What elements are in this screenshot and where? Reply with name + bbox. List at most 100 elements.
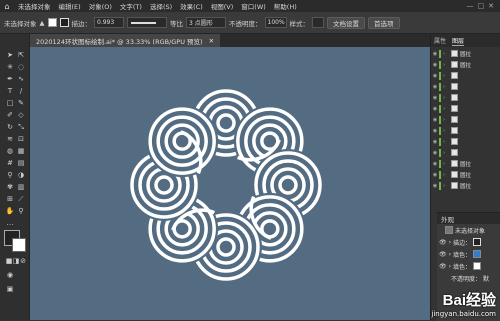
menu-item-view[interactable]: 视图(V) (207, 1, 238, 11)
minimize-icon[interactable]: — (467, 2, 474, 10)
tab-properties[interactable]: 属性 (434, 36, 446, 45)
document-setup-button[interactable]: 文档设置 (327, 16, 365, 29)
edit-toolbar-icon[interactable]: … (5, 218, 15, 228)
stroke-swatch[interactable] (59, 18, 69, 27)
shape-builder-icon[interactable]: ◍ (5, 146, 15, 156)
menu-item-select[interactable]: 选择(S) (146, 1, 176, 11)
expand-arrow-icon[interactable]: › (449, 239, 451, 246)
menu-item-window[interactable]: 窗口(W) (237, 1, 270, 11)
artboard-canvas[interactable] (30, 47, 430, 320)
menu-item-edit[interactable]: 编辑(E) (55, 1, 85, 11)
layer-row[interactable]: ◉ › 圆拉 (431, 60, 500, 69)
tab-layers[interactable]: 图层 (452, 36, 465, 46)
expand-arrow-icon[interactable]: › (449, 263, 451, 270)
visibility-eye-icon[interactable]: ◉ (431, 172, 439, 178)
menu-item-type[interactable]: 文字(T) (116, 1, 146, 11)
visibility-eye-icon[interactable]: ◉ (431, 84, 439, 90)
layer-row[interactable]: ◉ › (431, 93, 500, 102)
layer-row[interactable]: ◉ › (431, 148, 500, 157)
visibility-eye-icon[interactable]: ◉ (431, 51, 439, 57)
rectangle-tool-icon[interactable]: □ (5, 98, 15, 108)
layer-row[interactable]: ◉ › 圆拉 (431, 49, 500, 58)
pen-tool-icon[interactable]: ✒ (5, 74, 15, 84)
visibility-eye-icon[interactable]: ◉ (431, 73, 439, 79)
appearance-stroke-swatch[interactable] (473, 238, 482, 246)
visibility-eye-icon[interactable]: ◉ (431, 117, 439, 123)
visibility-eye-icon[interactable]: ◉ (431, 150, 439, 156)
appearance-fill-swatch[interactable] (473, 250, 482, 258)
draw-mode-icon[interactable]: ◉ (5, 270, 15, 280)
lasso-icon[interactable]: ◌ (16, 62, 26, 72)
blend-tool-icon[interactable]: ◑ (16, 170, 26, 180)
appearance-opacity-value[interactable]: 默 (483, 274, 489, 283)
gradient-tool-icon[interactable]: ▤ (16, 158, 26, 168)
preferences-button[interactable]: 首选项 (368, 16, 400, 29)
line-tool-icon[interactable]: / (16, 86, 26, 96)
visibility-eye-icon[interactable]: ◉ (431, 62, 439, 68)
expand-arrow-icon[interactable]: › (443, 51, 449, 57)
visibility-eye-icon[interactable]: ◉ (431, 106, 439, 112)
maximize-icon[interactable]: □ (478, 2, 485, 10)
layer-row[interactable]: ◉ › 圆拉 (431, 170, 500, 179)
free-transform-icon[interactable]: ⊡ (16, 134, 26, 144)
width-tool-icon[interactable]: ≋ (5, 134, 15, 144)
eyedropper-icon[interactable]: ⚲ (5, 170, 15, 180)
mesh-tool-icon[interactable]: # (5, 158, 15, 168)
paintbrush-icon[interactable]: ✎ (16, 98, 26, 108)
layer-row[interactable]: ◉ › (431, 82, 500, 91)
visibility-eye-icon[interactable]: ◉ (431, 95, 439, 101)
hand-tool-icon[interactable]: ✋ (5, 206, 15, 216)
eye-icon[interactable]: 👁 (439, 263, 447, 270)
perspective-grid-icon[interactable]: ▦ (16, 146, 26, 156)
stroke-profile-dropdown[interactable] (127, 17, 167, 28)
none-mode-icon[interactable]: ⊘ (18, 256, 28, 266)
layer-row[interactable]: ◉ › (431, 71, 500, 80)
expand-arrow-icon[interactable]: › (443, 150, 449, 156)
stroke-weight-field[interactable]: 0.993 (94, 17, 124, 28)
selection-tool-icon[interactable]: ➤ (5, 50, 15, 60)
home-icon[interactable]: ⌂ (0, 0, 14, 12)
expand-arrow-icon[interactable]: › (443, 128, 449, 134)
expand-arrow-icon[interactable]: › (443, 95, 449, 101)
scale-tool-icon[interactable]: ⤡ (16, 122, 26, 132)
artboard-tool-icon[interactable]: ⊞ (5, 194, 15, 204)
visibility-eye-icon[interactable]: ◉ (431, 139, 439, 145)
menu-item-help[interactable]: 帮助(H) (270, 1, 301, 11)
layer-row[interactable]: ◉ › 圆拉 (431, 159, 500, 168)
style-dropdown[interactable] (312, 17, 324, 28)
magic-wand-icon[interactable]: ✳ (5, 62, 15, 72)
stroke-color-box[interactable] (12, 238, 26, 252)
shaper-tool-icon[interactable]: ✐ (5, 110, 15, 120)
rotate-tool-icon[interactable]: ↻ (5, 122, 15, 132)
expand-arrow-icon[interactable]: › (449, 251, 451, 258)
type-tool-icon[interactable]: T (5, 86, 15, 96)
opacity-field[interactable]: 100% (264, 17, 287, 28)
zoom-tool-icon[interactable]: ⚲ (16, 206, 26, 216)
eraser-icon[interactable]: ◇ (16, 110, 26, 120)
symbol-sprayer-icon[interactable]: ✾ (5, 182, 15, 192)
expand-arrow-icon[interactable]: › (443, 84, 449, 90)
close-icon[interactable]: ✕ (488, 2, 494, 10)
appearance-fill2-swatch[interactable] (473, 262, 482, 270)
layer-row[interactable]: ◉ › (431, 126, 500, 135)
layer-row[interactable]: ◉ › (431, 104, 500, 113)
expand-arrow-icon[interactable]: › (443, 161, 449, 167)
screen-mode-icon[interactable]: ▣ (5, 284, 15, 294)
expand-arrow-icon[interactable]: › (443, 73, 449, 79)
ring-knot-artwork[interactable] (30, 47, 430, 320)
slice-tool-icon[interactable]: ⟋ (16, 194, 26, 204)
curvature-icon[interactable]: ∿ (16, 74, 26, 84)
visibility-eye-icon[interactable]: ◉ (431, 183, 439, 189)
visibility-eye-icon[interactable]: ◉ (431, 128, 439, 134)
fill-swatch[interactable] (47, 18, 57, 27)
expand-arrow-icon[interactable]: › (443, 117, 449, 123)
tab-close-icon[interactable]: ✕ (209, 37, 214, 45)
menu-item-object[interactable]: 对象(O) (85, 1, 116, 11)
visibility-eye-icon[interactable]: ◉ (431, 161, 439, 167)
menu-item-effect[interactable]: 效果(C) (176, 1, 207, 11)
expand-arrow-icon[interactable]: › (443, 183, 449, 189)
graph-tool-icon[interactable]: ▥ (16, 182, 26, 192)
eye-icon[interactable]: 👁 (439, 251, 447, 258)
layer-row[interactable]: ◉ › (431, 137, 500, 146)
direct-selection-icon[interactable]: ⇱ (16, 50, 26, 60)
